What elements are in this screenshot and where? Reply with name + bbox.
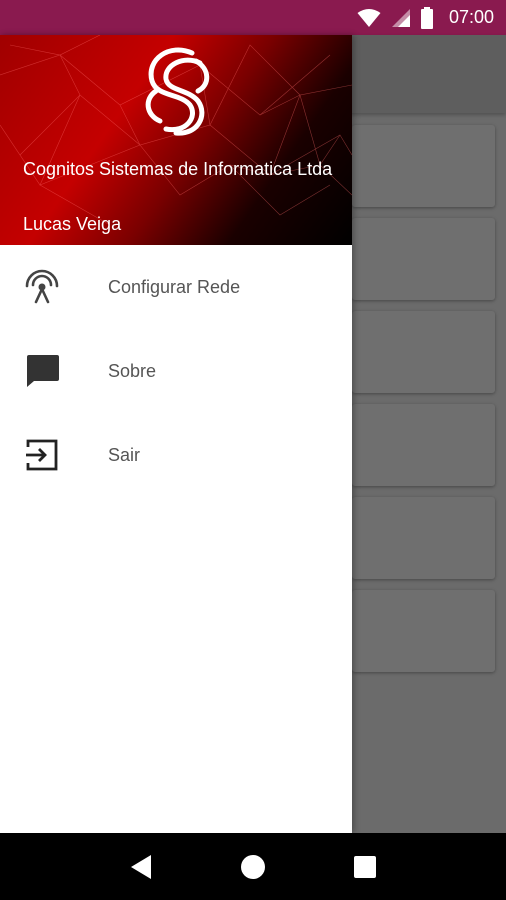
background-card	[352, 125, 495, 207]
menu-item-configurar-rede[interactable]: Configurar Rede	[0, 245, 352, 329]
system-nav-bar	[0, 833, 506, 900]
screen: 07:00 Cognitos Sistemas de Informatica L…	[0, 0, 506, 900]
signal-icon	[391, 8, 410, 27]
background-card	[352, 497, 495, 579]
background-card	[352, 311, 495, 393]
exit-icon	[24, 437, 60, 473]
navigation-drawer: Cognitos Sistemas de Informatica Ltda Lu…	[0, 35, 352, 833]
background-card	[352, 590, 495, 672]
status-time: 07:00	[448, 7, 494, 27]
chat-icon	[24, 353, 60, 389]
cognitos-logo	[145, 47, 210, 136]
menu-item-label: Sobre	[108, 360, 157, 381]
drawer-menu: Configurar Rede Sobre Sair	[0, 245, 352, 497]
menu-item-label: Configurar Rede	[108, 276, 241, 297]
background-card	[352, 218, 495, 300]
recents-icon	[354, 855, 376, 878]
battery-icon	[420, 6, 433, 29]
home-icon	[241, 854, 265, 879]
drawer-header: Cognitos Sistemas de Informatica Ltda Lu…	[0, 35, 352, 245]
wifi-icon	[357, 8, 381, 27]
back-icon	[131, 854, 151, 879]
menu-item-sobre[interactable]: Sobre	[0, 329, 352, 413]
back-button[interactable]	[121, 847, 161, 887]
recents-button[interactable]	[345, 847, 385, 887]
menu-item-sair[interactable]: Sair	[0, 413, 352, 497]
background-card	[352, 404, 495, 486]
antenna-icon	[24, 269, 60, 305]
home-button[interactable]	[233, 847, 273, 887]
company-name: Cognitos Sistemas de Informatica Ltda	[23, 159, 333, 179]
menu-item-label: Sair	[108, 444, 141, 465]
user-name: Lucas Veiga	[23, 214, 122, 234]
status-bar: 07:00	[0, 0, 506, 35]
